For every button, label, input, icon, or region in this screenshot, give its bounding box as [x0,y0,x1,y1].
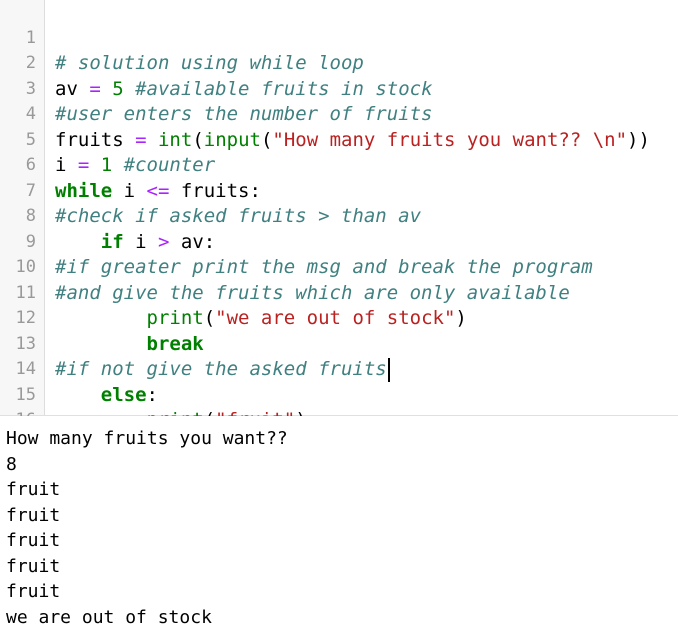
output-line: fruit [6,504,61,526]
code-line-14[interactable]: 14 else: [0,332,678,406]
code-line-3[interactable]: 3 #user enters the number of fruits [0,51,678,126]
code-line-13[interactable]: 13 #if not give the asked fruits [0,306,678,382]
output-line: we are out of stock [6,606,212,628]
code-line-4[interactable]: 4 fruits = int(input("How many fruits yo… [0,77,678,151]
code-line-10[interactable]: 10 #and give the fruits which are only a… [0,230,678,304]
output-line: 8 [6,453,17,475]
output-line: fruit [6,581,61,602]
code-line-7[interactable]: 7 #check if asked fruits > than av [0,153,678,228]
output-line: How many fruits you want?? [6,428,288,449]
output-line: fruit [6,479,61,500]
code-line-8[interactable]: 8 if i > av: [0,179,678,253]
code-editor[interactable]: 1 # solution using while loop 2 av = 5 #… [0,0,678,457]
code-line-6[interactable]: 6 while i <= fruits: [0,128,678,202]
code-line-9[interactable]: 9 #if greater print the msg and break th… [0,204,678,279]
code-line-15[interactable]: 15 print("fruit") [0,357,678,432]
code-line-2[interactable]: 2 av = 5 #available fruits in stock [0,26,678,100]
code-line-16[interactable]: 16 i=i+1 [0,383,678,457]
output-line: fruit [6,530,61,551]
code-line-5[interactable]: 5 i = 1 #counter [0,102,678,177]
code-line-11[interactable]: 11 print("we are out of stock") [0,255,678,330]
console-output: How many fruits you want?? 8 fruit fruit… [0,416,678,636]
output-line: fruit [6,555,61,577]
code-line-1[interactable]: 1 # solution using while loop [0,0,678,75]
code-line-12[interactable]: 12 break [0,281,678,355]
